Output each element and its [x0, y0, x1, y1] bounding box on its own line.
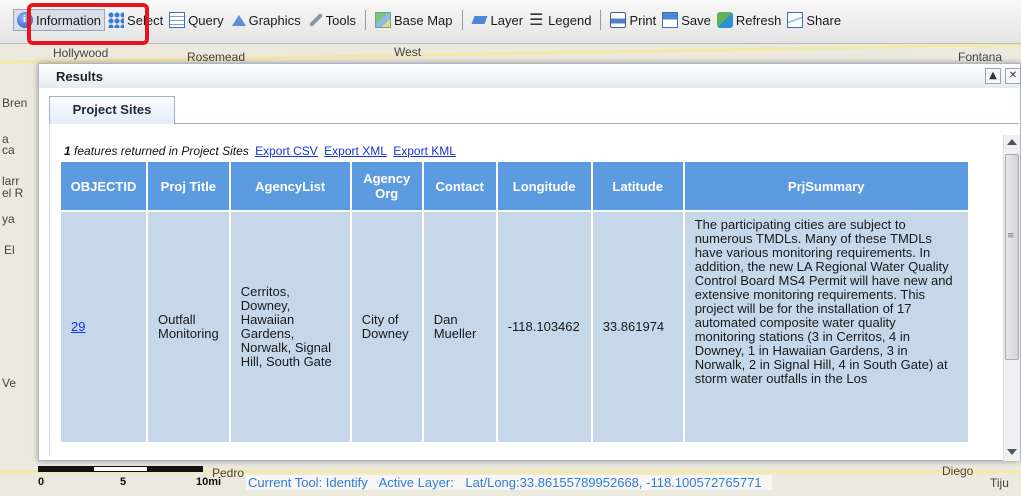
scale-segment — [38, 466, 93, 472]
legend-button[interactable]: Legend — [526, 9, 594, 31]
scale-segment — [148, 466, 203, 472]
panel-title: Results — [56, 69, 103, 84]
tools-button[interactable]: Tools — [304, 9, 359, 31]
cell-objectid: 29 — [61, 212, 146, 442]
objectid-link[interactable]: 29 — [71, 319, 85, 334]
cell-latitude: 33.861974 — [592, 212, 683, 442]
map-place-label: ya — [2, 212, 15, 226]
layer-button[interactable]: Layer — [469, 9, 527, 31]
map-place-label: Ve — [2, 376, 17, 390]
query-icon — [169, 12, 186, 28]
cell-agencylist: Cerritos, Downey, Hawaiian Gardens, Norw… — [230, 212, 350, 442]
basemap-icon — [374, 12, 391, 28]
scroll-up-icon[interactable] — [1007, 139, 1017, 145]
layer-icon — [472, 12, 488, 28]
collapse-icon[interactable]: ▲ — [985, 68, 1001, 84]
legend-icon — [529, 10, 545, 29]
highlight-annotation — [27, 3, 149, 45]
legend-label: Legend — [548, 12, 592, 28]
status-bar: 0 5 10mi Current Tool: Identify Active L… — [0, 466, 1021, 496]
toolbar-separator — [600, 10, 602, 30]
latlong-text: Lat/Long:33.86155789952668, -118.1005727… — [465, 475, 762, 490]
map-place-label: el R — [2, 186, 24, 200]
save-button[interactable]: Save — [659, 9, 714, 31]
scale-bar: 0 5 10mi — [38, 466, 238, 488]
results-panel: Results ▲ ✕ Project Sites 1 features ret… — [38, 63, 1021, 461]
scale-label: 5 — [120, 476, 127, 488]
print-button[interactable]: Print — [607, 9, 659, 31]
save-icon — [662, 12, 679, 28]
scale-label: 0 — [38, 476, 45, 488]
status-readout: Current Tool: Identify Active Layer: Lat… — [246, 475, 772, 490]
share-label: Share — [806, 12, 842, 28]
map-place-label: Rosemead — [187, 50, 246, 64]
toolbar: Information Select Query Graphics Tools … — [0, 0, 1021, 44]
toolbar-separator — [364, 10, 366, 30]
export-xml-link[interactable]: Export XML — [324, 144, 387, 158]
close-icon[interactable]: ✕ — [1005, 68, 1021, 84]
table-row[interactable]: 29 Outfall Monitoring Cerritos, Downey, … — [61, 212, 968, 442]
map-place-label: El — [4, 243, 15, 257]
export-kml-link[interactable]: Export KML — [393, 144, 456, 158]
results-table: OBJECTID Proj Title AgencyList Agency Or… — [59, 160, 970, 444]
current-tool-text: Current Tool: Identify — [248, 475, 368, 490]
grip-icon: ≡ — [1007, 231, 1015, 241]
map-place-label: Bren — [2, 96, 28, 110]
tools-icon — [307, 12, 323, 28]
tools-label: Tools — [325, 12, 356, 28]
cell-proj-title: Outfall Monitoring — [148, 212, 229, 442]
tabstrip: Project Sites — [49, 93, 1019, 125]
cell-agency-org: City of Downey — [351, 212, 422, 442]
query-button[interactable]: Query — [166, 9, 226, 31]
toolbar-separator — [461, 10, 463, 30]
scale-label: 10mi — [196, 476, 222, 488]
share-icon — [787, 12, 804, 28]
export-csv-link[interactable]: Export CSV — [255, 144, 318, 158]
column-header-agencylist[interactable]: AgencyList — [230, 162, 350, 210]
cell-longitude: -118.103462 — [497, 212, 591, 442]
query-label: Query — [188, 12, 224, 28]
panel-header: Results ▲ ✕ — [39, 64, 1021, 88]
layer-label: Layer — [490, 12, 524, 28]
graphics-button[interactable]: Graphics — [227, 9, 304, 31]
map-place-label: Hollywood — [53, 46, 109, 60]
basemap-label: Base Map — [393, 12, 453, 28]
column-header-longitude[interactable]: Longitude — [497, 162, 591, 210]
table-header-row: OBJECTID Proj Title AgencyList Agency Or… — [61, 162, 968, 210]
refresh-button[interactable]: Refresh — [714, 9, 785, 31]
map-place-label: West — [394, 45, 422, 59]
summary-text: features returned in Project Sites — [70, 144, 249, 158]
cell-contact: Dan Mueller — [423, 212, 496, 442]
results-summary: 1 features returned in Project Sites Exp… — [64, 144, 456, 158]
map-road — [0, 43, 1021, 64]
map-place-label: ca — [2, 143, 15, 157]
tab-project-sites[interactable]: Project Sites — [49, 96, 175, 125]
basemap-button[interactable]: Base Map — [372, 9, 456, 31]
scale-segment — [93, 466, 148, 472]
column-header-contact[interactable]: Contact — [423, 162, 496, 210]
active-layer-text: Active Layer: — [378, 475, 454, 490]
graphics-label: Graphics — [248, 12, 301, 28]
feature-count: 1 — [64, 144, 71, 158]
column-header-proj-title[interactable]: Proj Title — [148, 162, 229, 210]
share-button[interactable]: Share — [784, 9, 844, 31]
graphics-icon — [230, 12, 246, 28]
column-header-latitude[interactable]: Latitude — [592, 162, 683, 210]
column-header-prjsummary[interactable]: PrjSummary — [684, 162, 968, 210]
save-label: Save — [681, 12, 711, 28]
scroll-thumb[interactable] — [1005, 154, 1019, 360]
refresh-label: Refresh — [735, 12, 782, 28]
column-header-agency-org[interactable]: Agency Org — [351, 162, 422, 210]
column-header-objectid[interactable]: OBJECTID — [61, 162, 146, 210]
refresh-icon — [716, 12, 733, 28]
map-place-label: Fontana — [958, 50, 1003, 64]
cell-prjsummary: The participating cities are subject to … — [684, 212, 968, 442]
print-icon — [610, 12, 627, 28]
print-label: Print — [629, 12, 657, 28]
vertical-scrollbar[interactable]: ≡ — [1003, 135, 1020, 461]
scroll-down-icon[interactable] — [1007, 449, 1017, 455]
